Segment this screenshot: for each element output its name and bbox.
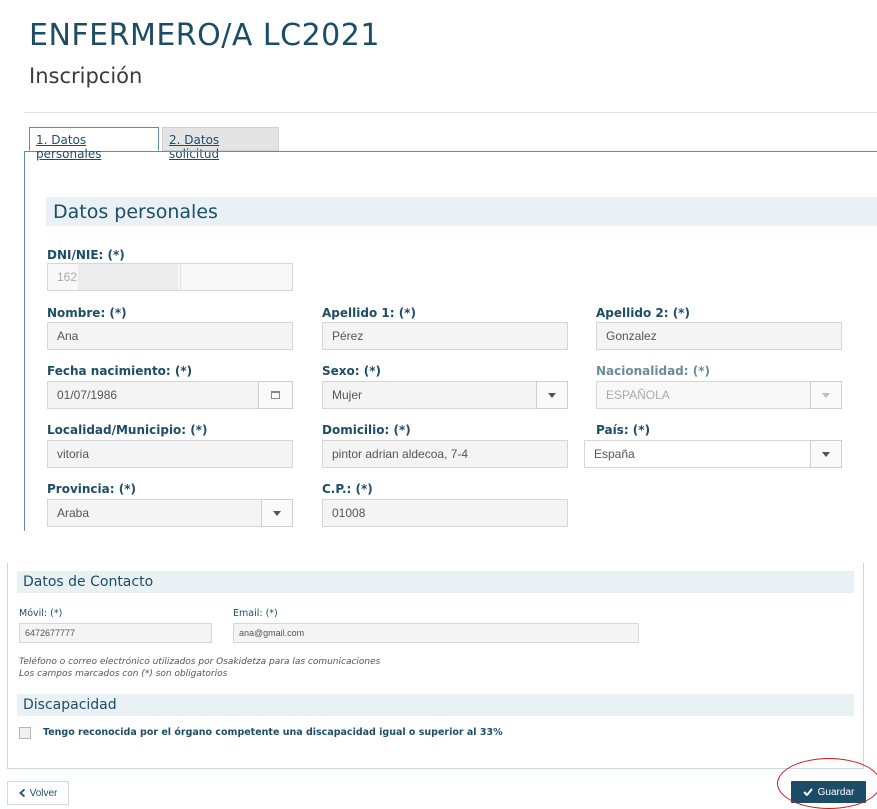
chevron-left-icon xyxy=(18,789,25,797)
dni-redaction-2 xyxy=(180,264,292,290)
pais-value: España xyxy=(594,447,635,461)
nacionalidad-label: Nacionalidad: (*) xyxy=(596,364,710,378)
nombre-input[interactable]: Ana xyxy=(47,322,293,350)
tab-datos-personales[interactable]: 1. Datos personales xyxy=(29,127,159,161)
cp-input[interactable]: 01008 xyxy=(322,499,568,527)
provincia-select[interactable]: Araba xyxy=(47,499,293,527)
email-label: Email: (*) xyxy=(233,608,278,619)
apellido2-input[interactable]: Gonzalez xyxy=(596,322,842,350)
fecha-label: Fecha nacimiento: (*) xyxy=(47,364,193,378)
provincia-dropdown-button[interactable] xyxy=(261,499,293,527)
back-button[interactable]: Volver xyxy=(7,781,69,805)
domicilio-label: Domicilio: (*) xyxy=(322,423,411,437)
localidad-label: Localidad/Municipio: (*) xyxy=(47,423,208,437)
calendar-button[interactable] xyxy=(258,381,293,409)
pais-label: País: (*) xyxy=(596,423,651,437)
nacionalidad-select: ESPAÑOLA xyxy=(596,381,842,409)
nacionalidad-dropdown-button xyxy=(810,381,842,409)
provincia-value: Araba xyxy=(57,506,90,520)
page-subtitle: Inscripción xyxy=(29,64,143,88)
footer-divider xyxy=(7,768,864,769)
section-discapacidad: Discapacidad xyxy=(17,694,854,716)
tab-datos-solicitud[interactable]: 2. Datos solicitud xyxy=(162,127,279,161)
sexo-select[interactable]: Mujer xyxy=(322,381,568,409)
chevron-down-icon xyxy=(273,510,281,516)
sexo-value: Mujer xyxy=(332,388,363,402)
provincia-label: Provincia: (*) xyxy=(47,482,136,496)
cp-label: C.P.: (*) xyxy=(322,482,373,496)
pais-select[interactable]: España xyxy=(584,440,842,468)
required-note: Los campos marcados con (*) son obligato… xyxy=(19,669,228,679)
dni-redaction xyxy=(78,264,178,290)
dni-label: DNI/NIE: (*) xyxy=(47,248,125,262)
fecha-value: 01/07/1986 xyxy=(57,388,118,402)
contact-panel-left-border xyxy=(7,563,8,768)
tab-divider xyxy=(24,151,877,152)
chevron-down-icon xyxy=(822,451,830,457)
page-title: ENFERMERO/A LC2021 xyxy=(29,18,380,53)
dni-value: 162 xyxy=(57,270,78,284)
nacionalidad-value: ESPAÑOLA xyxy=(606,388,670,402)
section-datos-contacto: Datos de Contacto xyxy=(17,571,854,593)
calendar-icon xyxy=(271,391,280,399)
discapacidad-checkbox-label[interactable]: Tengo reconocida por el órgano competent… xyxy=(43,727,503,738)
contact-panel-right-border xyxy=(863,563,864,768)
sexo-label: Sexo: (*) xyxy=(322,364,381,378)
localidad-input[interactable]: vitoria xyxy=(47,440,293,468)
movil-label: Móvil: (*) xyxy=(19,608,63,619)
email-input[interactable]: ana@gmail.com xyxy=(233,623,639,643)
domicilio-input[interactable]: pintor adrian aldecoa, 7-4 xyxy=(322,440,568,468)
chevron-down-icon xyxy=(822,392,830,398)
discapacidad-checkbox[interactable] xyxy=(19,727,31,739)
header-divider xyxy=(24,112,877,113)
dni-field: 162 xyxy=(47,263,293,291)
sexo-dropdown-button[interactable] xyxy=(536,381,568,409)
section-datos-personales: Datos personales xyxy=(46,197,877,226)
nombre-label: Nombre: (*) xyxy=(47,306,127,320)
highlight-circle xyxy=(777,758,877,809)
contact-note: Teléfono o correo electrónico utilizados… xyxy=(19,657,381,667)
back-label: Volver xyxy=(29,787,58,799)
pais-dropdown-button[interactable] xyxy=(810,440,842,468)
chevron-down-icon xyxy=(548,392,556,398)
apellido2-label: Apellido 2: (*) xyxy=(596,306,690,320)
fecha-input[interactable]: 01/07/1986 xyxy=(47,381,293,409)
apellido1-input[interactable]: Pérez xyxy=(322,322,568,350)
apellido1-label: Apellido 1: (*) xyxy=(322,306,416,320)
movil-input[interactable]: 6472677777 xyxy=(19,623,212,643)
panel-border xyxy=(24,151,25,531)
